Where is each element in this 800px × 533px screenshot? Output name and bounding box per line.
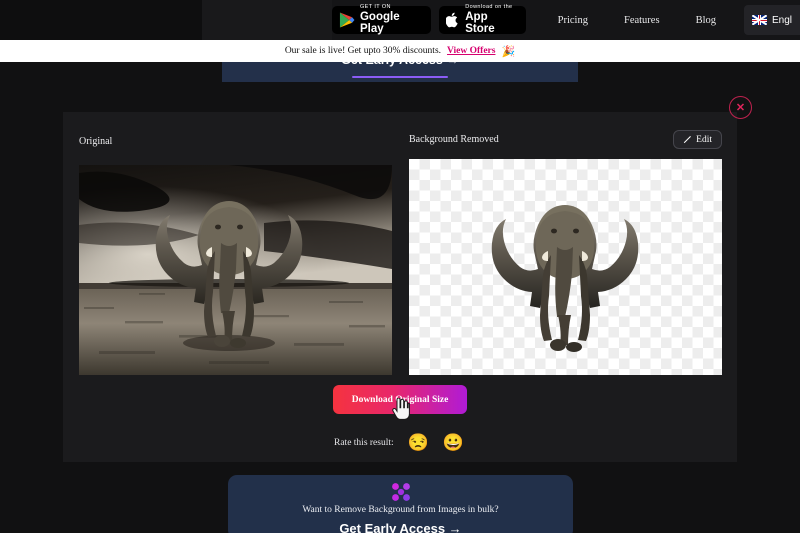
mouse-cursor-pointer-icon [392, 398, 410, 420]
sale-announcement-bar: Our sale is live! Get upto 30% discounts… [0, 40, 800, 62]
rate-label: Rate this result: [334, 437, 394, 448]
nav-mid-spacer [202, 0, 333, 40]
x-dots-logo-icon [391, 483, 410, 501]
background-removed-label: Background Removed [409, 134, 499, 145]
original-panel-header: Original [79, 136, 392, 147]
original-photo-graphic [79, 165, 392, 375]
bulk-promo-question: Want to Remove Background from Images in… [302, 505, 499, 515]
removed-panel-header: Background Removed Edit [409, 130, 722, 149]
language-selector[interactable]: Engl [743, 5, 800, 35]
page-root: GET IT ON Google Play Download on the Ap… [0, 0, 800, 533]
google-play-badge[interactable]: GET IT ON Google Play [332, 4, 432, 35]
pencil-icon [683, 136, 691, 144]
original-image[interactable] [79, 165, 392, 375]
close-glyph: ✕ [735, 102, 746, 114]
google-play-icon [339, 12, 355, 28]
rate-positive-emoji-button[interactable]: 😀 [443, 434, 464, 451]
google-play-small-text: GET IT ON [359, 4, 391, 10]
rate-result-row: Rate this result: 😒 😀 [334, 434, 464, 451]
edit-button-label: Edit [696, 134, 712, 145]
app-store-big-text: App Store [465, 11, 495, 35]
cutout-photo-graphic [491, 205, 639, 352]
top-promo-underline [352, 76, 448, 78]
edit-button[interactable]: Edit [673, 130, 722, 149]
nav-link-pricing[interactable]: Pricing [540, 15, 606, 26]
sale-text: Our sale is live! Get upto 30% discounts… [284, 46, 442, 56]
party-popper-icon: 🎉 [501, 45, 516, 58]
bulk-promo-cta[interactable]: Get Early Access → [339, 521, 461, 533]
background-removed-image[interactable] [409, 159, 722, 375]
close-icon[interactable]: ✕ [729, 96, 752, 119]
top-navigation-bar: GET IT ON Google Play Download on the Ap… [0, 0, 800, 40]
google-play-big-text: Google Play [359, 11, 400, 35]
app-store-badge[interactable]: Download on the App Store [439, 4, 526, 35]
rate-negative-emoji-button[interactable]: 😒 [408, 434, 429, 451]
original-label: Original [79, 136, 113, 147]
apple-icon [446, 12, 458, 28]
nav-left-spacer [0, 0, 203, 40]
app-store-small-text: Download on the [465, 4, 513, 10]
view-offers-link[interactable]: View Offers [447, 46, 495, 56]
nav-link-features[interactable]: Features [606, 15, 678, 26]
nav-links: Pricing Features Blog [540, 15, 734, 26]
bulk-promo-banner: Want to Remove Background from Images in… [228, 475, 573, 533]
language-label: Engl [771, 14, 792, 26]
uk-flag-icon [751, 15, 767, 25]
nav-link-blog[interactable]: Blog [678, 15, 734, 26]
